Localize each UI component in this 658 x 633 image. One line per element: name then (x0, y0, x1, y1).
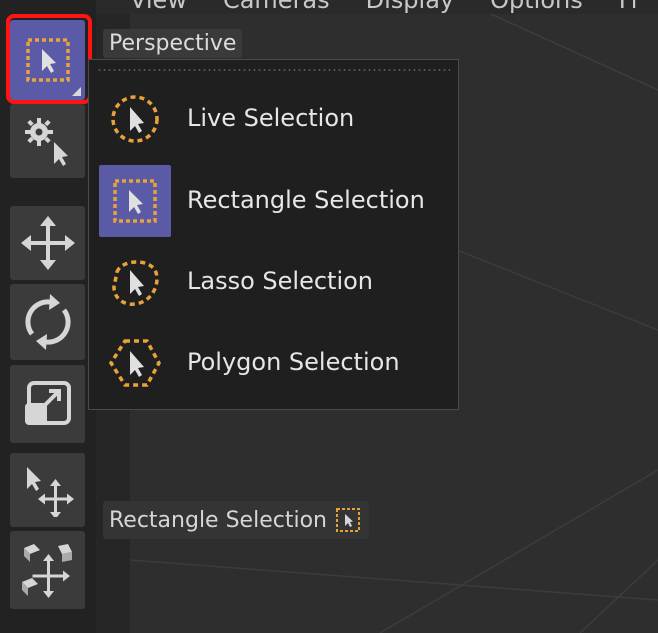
rectangle-selection-icon-wrap (99, 165, 171, 237)
menu-options[interactable]: Options (490, 0, 583, 14)
flyout-item-live-selection[interactable]: Live Selection (89, 80, 458, 156)
tool-palette (0, 0, 96, 633)
flyout-item-label: Lasso Selection (187, 267, 373, 295)
rotate-icon (24, 294, 71, 350)
lasso-selection-icon (112, 260, 159, 306)
cursor-move-tool-button[interactable] (10, 453, 85, 527)
live-selection-icon-wrap (99, 83, 171, 155)
app-window: View Cameras Display Options Fi Perspect… (0, 0, 658, 633)
move-icon (20, 216, 75, 270)
flyout-item-lasso-selection[interactable]: Lasso Selection (89, 243, 458, 319)
live-selection-icon (111, 95, 159, 143)
viewport-menubar: View Cameras Display Options Fi (96, 0, 658, 14)
menu-cameras[interactable]: Cameras (223, 0, 330, 14)
flyout-item-label: Rectangle Selection (187, 186, 425, 214)
flyout-item-rectangle-selection[interactable]: Rectangle Selection (89, 162, 458, 238)
menu-display[interactable]: Display (366, 0, 454, 14)
selection-tool-button[interactable] (10, 20, 85, 100)
multi-transform-tool-button[interactable] (10, 531, 85, 609)
flyout-item-polygon-selection[interactable]: Polygon Selection (89, 324, 458, 400)
flyout-tear-off-handle[interactable] (97, 68, 450, 72)
polygon-selection-icon-wrap (99, 327, 171, 399)
lasso-selection-icon-wrap (99, 246, 171, 318)
active-tool-status-label: Rectangle Selection (109, 507, 327, 533)
menu-view[interactable]: View (130, 0, 187, 14)
scale-tool-button[interactable] (10, 365, 85, 443)
polygon-selection-icon (108, 339, 161, 387)
multi-transform-icon (21, 544, 72, 598)
scale-icon (24, 381, 71, 425)
flyout-item-label: Polygon Selection (187, 348, 400, 376)
flyout-indicator-icon (72, 87, 81, 96)
gear-cursor-tool-button[interactable] (10, 104, 85, 178)
gear-cursor-icon (24, 118, 68, 166)
rectangle-selection-icon (25, 38, 70, 82)
move-tool-button[interactable] (10, 206, 85, 280)
rectangle-selection-icon (335, 507, 361, 533)
rectangle-selection-icon (113, 179, 157, 223)
rotate-tool-button[interactable] (10, 284, 85, 360)
cursor-move-icon (26, 467, 74, 517)
menu-filter[interactable]: Fi (619, 0, 638, 14)
viewport-camera-label[interactable]: Perspective (103, 29, 243, 58)
flyout-item-label: Live Selection (187, 104, 355, 132)
active-tool-status: Rectangle Selection (103, 501, 369, 539)
selection-tools-flyout: Live Selection Rectangle Selection Lasso… (88, 59, 459, 410)
